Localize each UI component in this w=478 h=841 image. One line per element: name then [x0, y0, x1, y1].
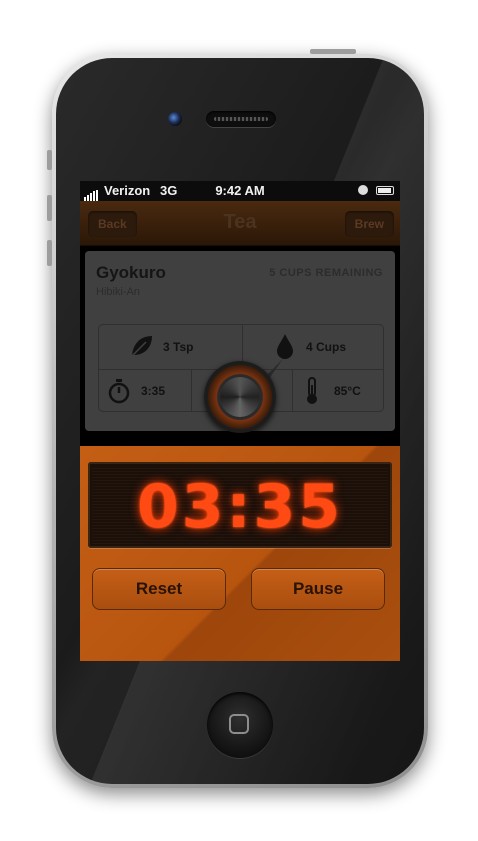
countdown-digits: 03:35	[137, 472, 343, 542]
tea-shop: Hibiki-An	[96, 286, 141, 298]
leaf-icon	[131, 336, 152, 357]
brew-button[interactable]: Brew	[344, 211, 394, 237]
clock: 9:42 AM	[215, 183, 265, 198]
tea-name: Gyokuro	[96, 263, 166, 282]
status-bar: Verizon 3G 9:42 AM	[80, 181, 400, 201]
volume-down-button	[47, 240, 52, 266]
home-button-icon	[229, 714, 249, 734]
tea-amount: 3 Tsp	[163, 340, 194, 354]
dial-center	[220, 377, 260, 417]
mute-switch	[47, 150, 52, 170]
reset-button[interactable]: Reset	[92, 568, 226, 610]
earpiece-speaker	[206, 111, 276, 127]
water-amount: 4 Cups	[306, 340, 347, 354]
thermometer-icon	[307, 377, 317, 404]
front-camera	[168, 112, 182, 126]
divider	[191, 369, 192, 411]
phone-screen: Verizon 3G 9:42 AM Back Tea Brew Gyokuro…	[80, 181, 400, 661]
water-temperature: 85°C	[334, 384, 361, 398]
cups-remaining: 5 CUPS REMAINING	[269, 267, 383, 279]
home-button[interactable]	[207, 692, 273, 758]
steep-time: 3:35	[141, 384, 166, 398]
stopwatch-icon	[108, 379, 130, 404]
volume-up-button	[47, 195, 52, 221]
timer-panel: 03:35 Reset Pause	[80, 446, 400, 661]
power-button	[310, 49, 356, 54]
timer-display: 03:35	[88, 462, 392, 548]
navigation-bar: Back Tea Brew	[80, 201, 400, 246]
timer-dial-knob[interactable]	[204, 361, 276, 433]
battery-icon	[376, 186, 394, 195]
pause-button[interactable]: Pause	[251, 568, 385, 610]
divider	[292, 369, 293, 411]
water-drop-icon	[277, 334, 293, 359]
orientation-lock-icon	[358, 185, 368, 195]
